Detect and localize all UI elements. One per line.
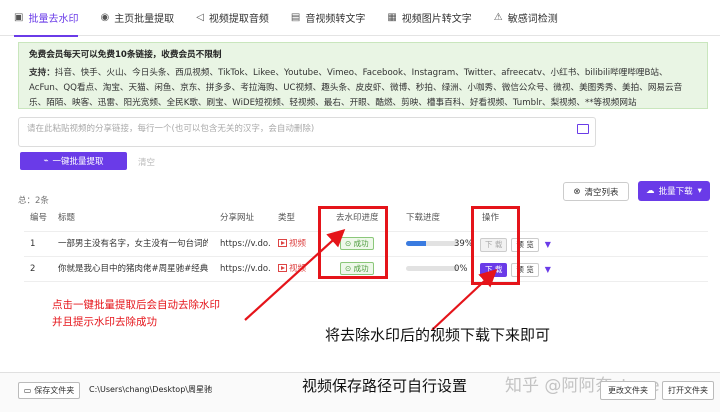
save-folder-button[interactable]: ▭ 保存文件夹 bbox=[18, 382, 80, 399]
save-folder-label: 保存文件夹 bbox=[34, 386, 75, 395]
annotation-line-2: 并且提示水印去除成功 bbox=[52, 316, 157, 328]
annotation-path: 视频保存路径可自行设置 bbox=[302, 377, 468, 395]
annotation-arrows bbox=[237, 229, 498, 397]
annotation-line-1: 点击一键批量提取后会自动去除水印 bbox=[52, 299, 220, 311]
annotation-download: 将去除水印后的视频下载下来即可 bbox=[325, 326, 551, 344]
save-path-field[interactable]: C:\Users\chang\Desktop\周星驰 bbox=[86, 381, 228, 399]
folder-icon: ▭ bbox=[23, 386, 32, 395]
open-folder-button[interactable]: 打开文件夹 bbox=[662, 381, 714, 400]
change-folder-button[interactable]: 更改文件夹 bbox=[600, 381, 656, 400]
annotation-extract: 点击一键批量提取后会自动去除水印 并且提示水印去除成功 bbox=[52, 297, 220, 331]
